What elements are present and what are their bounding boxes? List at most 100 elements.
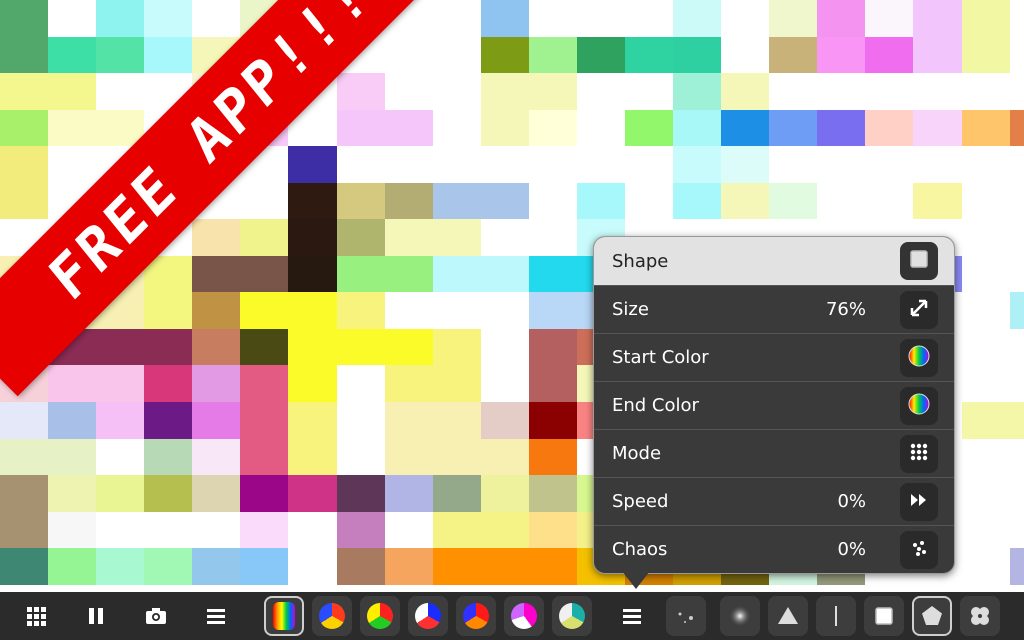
mosaic-tile — [432, 73, 482, 111]
glow-circle-icon — [728, 604, 752, 628]
square-shape-button[interactable] — [864, 596, 904, 636]
resize-arrows-button[interactable] — [900, 290, 938, 329]
setting-row-shape[interactable]: Shape — [594, 237, 954, 285]
setting-row-speed[interactable]: Speed 0% — [594, 477, 954, 525]
palette-red-yellow-blue-wheel-button[interactable] — [312, 596, 352, 636]
mosaic-tile — [1009, 401, 1024, 439]
mosaic-tile — [192, 438, 242, 476]
mosaic-tile — [336, 401, 386, 439]
mosaic-tile — [673, 36, 723, 74]
mosaic-tile — [769, 182, 819, 220]
palette-red-green-yellow-wheel-button[interactable] — [360, 596, 400, 636]
mosaic-tile — [961, 365, 1011, 403]
mosaic-tile — [384, 109, 434, 147]
mosaic-tile — [624, 146, 674, 184]
mosaic-tile — [192, 475, 242, 513]
mosaic-tile — [144, 292, 194, 330]
scatter-dots-button[interactable] — [900, 530, 938, 569]
mosaic-tile — [528, 548, 578, 586]
mosaic-tile — [0, 475, 49, 513]
rainbow-color-button[interactable] — [900, 338, 938, 377]
mosaic-tile — [624, 0, 674, 37]
mosaic-tile — [961, 109, 1011, 147]
mosaic-tile — [432, 438, 482, 476]
palette-teal-yellow-wheel-button[interactable] — [552, 596, 592, 636]
mosaic-tile — [1009, 0, 1024, 37]
mosaic-tile — [144, 401, 194, 439]
grid-menu-button[interactable] — [16, 596, 56, 636]
mosaic-tile — [673, 182, 723, 220]
glow-circle-button[interactable] — [720, 596, 760, 636]
mosaic-tile — [288, 292, 338, 330]
mosaic-tile — [336, 438, 386, 476]
mosaic-tile — [865, 109, 915, 147]
mosaic-tile — [480, 219, 530, 257]
setting-row-end-color[interactable]: End Color — [594, 381, 954, 429]
mosaic-tile — [144, 511, 194, 549]
mosaic-tile — [528, 255, 578, 293]
palette-red-orange-blue-wheel-button[interactable] — [456, 596, 496, 636]
mosaic-tile — [144, 475, 194, 513]
mosaic-tile — [769, 73, 819, 111]
mosaic-tile — [384, 255, 434, 293]
mosaic-tile — [817, 109, 867, 147]
mosaic-tile — [0, 109, 49, 147]
mosaic-tile — [432, 219, 482, 257]
palette-blue-red-white-wheel-button[interactable] — [408, 596, 448, 636]
mosaic-tile — [336, 219, 386, 257]
mosaic-tile — [48, 511, 98, 549]
triangle-shape-icon — [776, 604, 800, 628]
mosaic-tile — [528, 109, 578, 147]
camera-button[interactable] — [136, 596, 176, 636]
rainbow-color-button[interactable] — [900, 386, 938, 425]
mosaic-tile — [528, 475, 578, 513]
mosaic-tile — [1009, 255, 1024, 293]
mosaic-tile — [288, 328, 338, 366]
mosaic-tile — [288, 511, 338, 549]
mosaic-tile — [384, 548, 434, 586]
pause-button[interactable] — [76, 596, 116, 636]
mosaic-tile — [769, 36, 819, 74]
setting-row-mode[interactable]: Mode — [594, 429, 954, 477]
flower-shape-button[interactable] — [960, 596, 1000, 636]
mosaic-tile — [192, 328, 242, 366]
mosaic-tile — [480, 475, 530, 513]
mosaic-tile — [336, 109, 386, 147]
mosaic-tile — [721, 0, 771, 37]
setting-value: 0% — [837, 539, 866, 560]
mosaic-tile — [913, 36, 963, 74]
dot-grid-button[interactable] — [900, 434, 938, 473]
hamburger-menu-button[interactable] — [612, 596, 652, 636]
mosaic-tile — [1009, 475, 1024, 513]
mosaic-tile — [528, 73, 578, 111]
mosaic-tile — [144, 328, 194, 366]
mosaic-tile — [48, 36, 98, 74]
hamburger-menu-button[interactable] — [196, 596, 236, 636]
setting-row-chaos[interactable]: Chaos 0% — [594, 525, 954, 573]
mosaic-tile — [336, 146, 386, 184]
palette-rainbow-stripes-button[interactable] — [264, 596, 304, 636]
mosaic-tile — [288, 401, 338, 439]
line-shape-button[interactable] — [816, 596, 856, 636]
pentagon-shape-button[interactable] — [912, 596, 952, 636]
dots-shape-icon — [674, 604, 698, 628]
setting-label: End Color — [612, 395, 699, 416]
setting-row-size[interactable]: Size 76% — [594, 285, 954, 333]
square-shape-button[interactable] — [900, 242, 938, 280]
mosaic-tile — [817, 0, 867, 37]
mosaic-tile — [721, 182, 771, 220]
triangle-shape-button[interactable] — [768, 596, 808, 636]
mosaic-tile — [865, 73, 915, 111]
fast-forward-button[interactable] — [900, 482, 938, 521]
setting-row-start-color[interactable]: Start Color — [594, 333, 954, 381]
mosaic-tile — [480, 328, 530, 366]
mosaic-tile — [624, 36, 674, 74]
mosaic-tile — [1009, 182, 1024, 220]
mosaic-tile — [961, 182, 1011, 220]
palette-magenta-white-wheel-button[interactable] — [504, 596, 544, 636]
palette-rainbow-stripes-icon — [273, 602, 295, 630]
mosaic-tile — [192, 219, 242, 257]
mosaic-tile — [240, 219, 290, 257]
dots-shape-button[interactable] — [666, 596, 706, 636]
mosaic-tile — [721, 109, 771, 147]
